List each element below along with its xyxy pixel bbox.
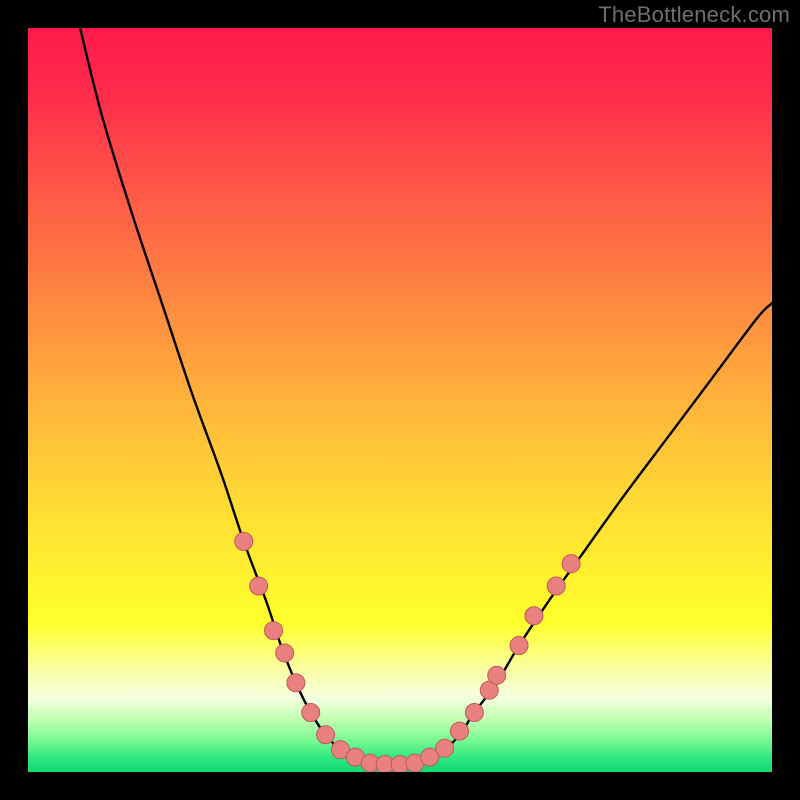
data-dot	[235, 532, 253, 550]
data-dot	[287, 674, 305, 692]
data-dot	[525, 607, 543, 625]
plot-area	[28, 28, 772, 772]
data-dot	[317, 726, 335, 744]
data-dot	[265, 622, 283, 640]
chart-frame: TheBottleneck.com	[0, 0, 800, 800]
chart-svg	[28, 28, 772, 772]
data-dot	[465, 703, 483, 721]
data-dot	[436, 739, 454, 757]
data-dot	[276, 644, 294, 662]
data-dot	[510, 637, 528, 655]
data-dots	[235, 532, 580, 772]
data-dot	[302, 703, 320, 721]
data-dot	[488, 666, 506, 684]
data-dot	[562, 555, 580, 573]
bottleneck-curve	[80, 28, 772, 765]
data-dot	[451, 722, 469, 740]
data-dot	[250, 577, 268, 595]
data-dot	[547, 577, 565, 595]
watermark-text: TheBottleneck.com	[598, 2, 790, 28]
